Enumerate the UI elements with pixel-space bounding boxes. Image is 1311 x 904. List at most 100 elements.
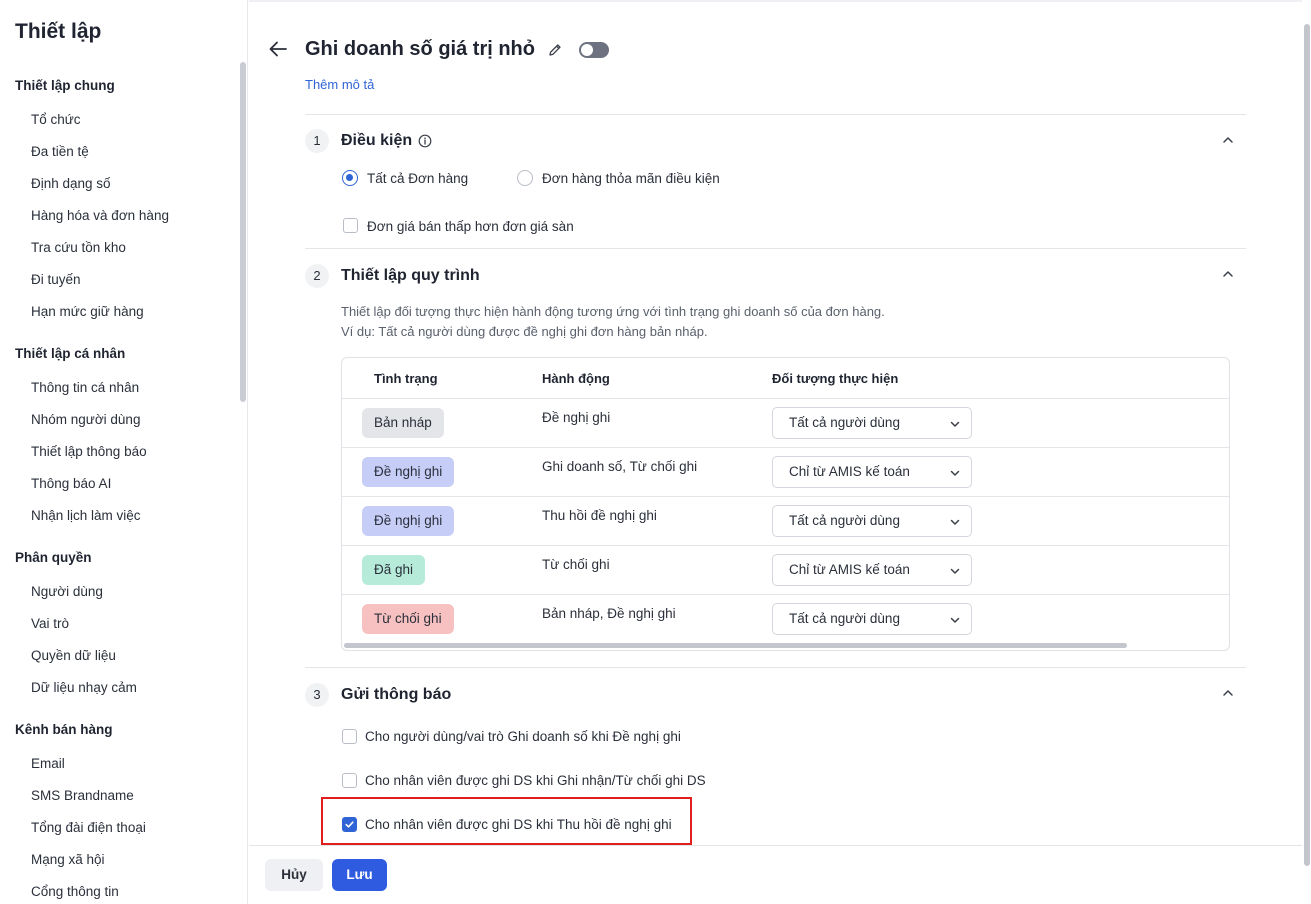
page-scrollbar-thumb[interactable] — [1304, 24, 1310, 866]
workflow-description: Thiết lập đối tượng thực hiện hành động … — [341, 304, 885, 319]
chevron-down-icon — [950, 568, 960, 574]
page-title: Ghi doanh số giá trị nhỏ — [305, 38, 535, 60]
step-number-1: 1 — [305, 129, 329, 153]
sidebar-group-sales-channels: Kênh bán hàng — [15, 722, 113, 737]
checkbox-notify-on-record-reject-label: Cho nhân viên được ghi DS khi Ghi nhận/T… — [365, 773, 706, 788]
column-header-status: Tình trạng — [374, 371, 438, 386]
actor-select[interactable]: Tất cả người dùng — [772, 407, 972, 439]
step-number-3: 3 — [305, 683, 329, 707]
section-title-conditions: Điều kiện — [341, 132, 413, 149]
actor-select-value: Chỉ từ AMIS kế toán — [789, 562, 910, 577]
chevron-down-icon — [950, 519, 960, 525]
top-divider — [249, 0, 1311, 2]
workflow-table: Tình trạng Hành động Đối tượng thực hiện… — [341, 357, 1230, 651]
sidebar-item-users[interactable]: Người dùng — [31, 584, 103, 599]
toggle-knob — [581, 44, 593, 56]
info-icon[interactable] — [418, 134, 432, 148]
sidebar-item-notification-settings[interactable]: Thiết lập thông báo — [31, 444, 147, 459]
actor-select[interactable]: Chỉ từ AMIS kế toán — [772, 554, 972, 586]
sidebar-item-work-schedule[interactable]: Nhận lịch làm việc — [31, 508, 141, 523]
table-row: Từ chối ghi Bản nháp, Đề nghị ghi Tất cả… — [342, 594, 1229, 643]
table-horizontal-scrollbar[interactable] — [344, 643, 1127, 648]
sidebar-item-sensitive-data[interactable]: Dữ liệu nhạy cảm — [31, 680, 137, 695]
checkbox-notify-on-request[interactable] — [342, 729, 357, 744]
column-header-actor: Đối tượng thực hiện — [772, 371, 899, 386]
sidebar-item-roles[interactable]: Vai trò — [31, 616, 69, 631]
actor-select[interactable]: Tất cả người dùng — [772, 603, 972, 635]
settings-app: Thiết lập Thiết lập chung Tổ chức Đa tiề… — [0, 0, 1311, 904]
sidebar-item-personal-info[interactable]: Thông tin cá nhân — [31, 380, 139, 395]
chevron-up-icon[interactable] — [1221, 267, 1235, 281]
action-cell: Đề nghị ghi — [542, 410, 611, 425]
action-cell: Bản nháp, Đề nghị ghi — [542, 606, 676, 621]
section-title-notifications: Gửi thông báo — [341, 686, 452, 703]
workflow-example: Ví dụ: Tất cả người dùng được đề nghị gh… — [341, 324, 708, 339]
sidebar-item-ai-notifications[interactable]: Thông báo AI — [31, 476, 111, 491]
actor-select[interactable]: Chỉ từ AMIS kế toán — [772, 456, 972, 488]
chevron-down-icon — [950, 470, 960, 476]
divider — [305, 248, 1246, 249]
checkbox-notify-on-request-label: Cho người dùng/vai trò Ghi doanh số khi … — [365, 729, 681, 744]
active-toggle[interactable] — [579, 42, 609, 58]
sidebar-item-routing[interactable]: Đi tuyến — [31, 272, 81, 287]
sidebar-item-inventory-lookup[interactable]: Tra cứu tồn kho — [31, 240, 126, 255]
actor-select-value: Chỉ từ AMIS kế toán — [789, 464, 910, 479]
actor-select-value: Tất cả người dùng — [789, 611, 900, 626]
radio-conditional-orders[interactable] — [517, 170, 533, 186]
main-content: Ghi doanh số giá trị nhỏ Thêm mô tả 1 Đi… — [249, 0, 1311, 904]
status-badge: Bản nháp — [362, 408, 444, 438]
divider — [305, 114, 1246, 115]
sidebar-item-hold-limit[interactable]: Hạn mức giữ hàng — [31, 304, 144, 319]
table-row: Bản nháp Đề nghị ghi Tất cả người dùng — [342, 398, 1229, 447]
status-badge: Từ chối ghi — [362, 604, 454, 634]
action-cell: Ghi doanh số, Từ chối ghi — [542, 459, 698, 474]
sidebar-item-user-groups[interactable]: Nhóm người dùng — [31, 412, 140, 427]
back-arrow-icon[interactable] — [267, 38, 289, 60]
sidebar-item-sms-brandname[interactable]: SMS Brandname — [31, 788, 134, 803]
column-header-action: Hành động — [542, 371, 610, 386]
checkbox-notify-on-record-reject[interactable] — [342, 773, 357, 788]
table-row: Đề nghị ghi Thu hồi đề nghị ghi Tất cả n… — [342, 496, 1229, 545]
checkbox-below-floor-price-label: Đơn giá bán thấp hơn đơn giá sàn — [367, 219, 574, 234]
sidebar-item-number-format[interactable]: Định dạng số — [31, 176, 111, 191]
divider — [305, 667, 1246, 668]
action-cell: Thu hồi đề nghị ghi — [542, 508, 657, 523]
sidebar-group-permissions: Phân quyền — [15, 550, 92, 565]
page-scrollbar[interactable] — [1302, 0, 1311, 904]
status-badge: Đã ghi — [362, 555, 426, 585]
table-row: Đã ghi Từ chối ghi Chỉ từ AMIS kế toán — [342, 545, 1229, 594]
pencil-icon[interactable] — [547, 42, 563, 58]
sidebar-item-portal[interactable]: Cổng thông tin — [31, 884, 119, 899]
sidebar-item-products-orders[interactable]: Hàng hóa và đơn hàng — [31, 208, 169, 223]
chevron-down-icon — [950, 421, 960, 427]
radio-all-orders-label: Tất cả Đơn hàng — [367, 171, 469, 186]
sidebar-scrollbar[interactable] — [240, 62, 246, 402]
sidebar-item-phone-switchboard[interactable]: Tổng đài điện thoại — [31, 820, 146, 835]
chevron-up-icon[interactable] — [1221, 133, 1235, 147]
add-description-link[interactable]: Thêm mô tả — [305, 77, 374, 92]
sidebar-item-organization[interactable]: Tổ chức — [31, 112, 81, 127]
status-badge: Đề nghị ghi — [362, 457, 455, 487]
sidebar-item-multi-currency[interactable]: Đa tiền tệ — [31, 144, 89, 159]
sidebar-item-email[interactable]: Email — [31, 756, 65, 771]
sidebar-group-general: Thiết lập chung — [15, 78, 115, 93]
cancel-button[interactable]: Hủy — [265, 859, 323, 891]
sidebar-title: Thiết lập — [15, 20, 102, 43]
sidebar-item-data-permissions[interactable]: Quyền dữ liệu — [31, 648, 116, 663]
checkbox-below-floor-price[interactable] — [343, 218, 358, 233]
sidebar: Thiết lập Thiết lập chung Tổ chức Đa tiề… — [0, 0, 248, 904]
step-number-2: 2 — [305, 264, 329, 288]
radio-conditional-orders-label: Đơn hàng thỏa mãn điều kiện — [542, 171, 720, 186]
section-title-workflow: Thiết lập quy trình — [341, 267, 480, 284]
actor-select-value: Tất cả người dùng — [789, 513, 900, 528]
chevron-down-icon — [950, 617, 960, 623]
sidebar-item-social-network[interactable]: Mạng xã hội — [31, 852, 105, 867]
sidebar-group-personal: Thiết lập cá nhân — [15, 346, 126, 361]
footer-bar: Hủy Lưu — [249, 845, 1311, 904]
highlight-box — [321, 797, 692, 845]
status-badge: Đề nghị ghi — [362, 506, 455, 536]
actor-select[interactable]: Tất cả người dùng — [772, 505, 972, 537]
chevron-up-icon[interactable] — [1221, 686, 1235, 700]
radio-all-orders[interactable] — [342, 170, 358, 186]
save-button[interactable]: Lưu — [332, 859, 387, 891]
